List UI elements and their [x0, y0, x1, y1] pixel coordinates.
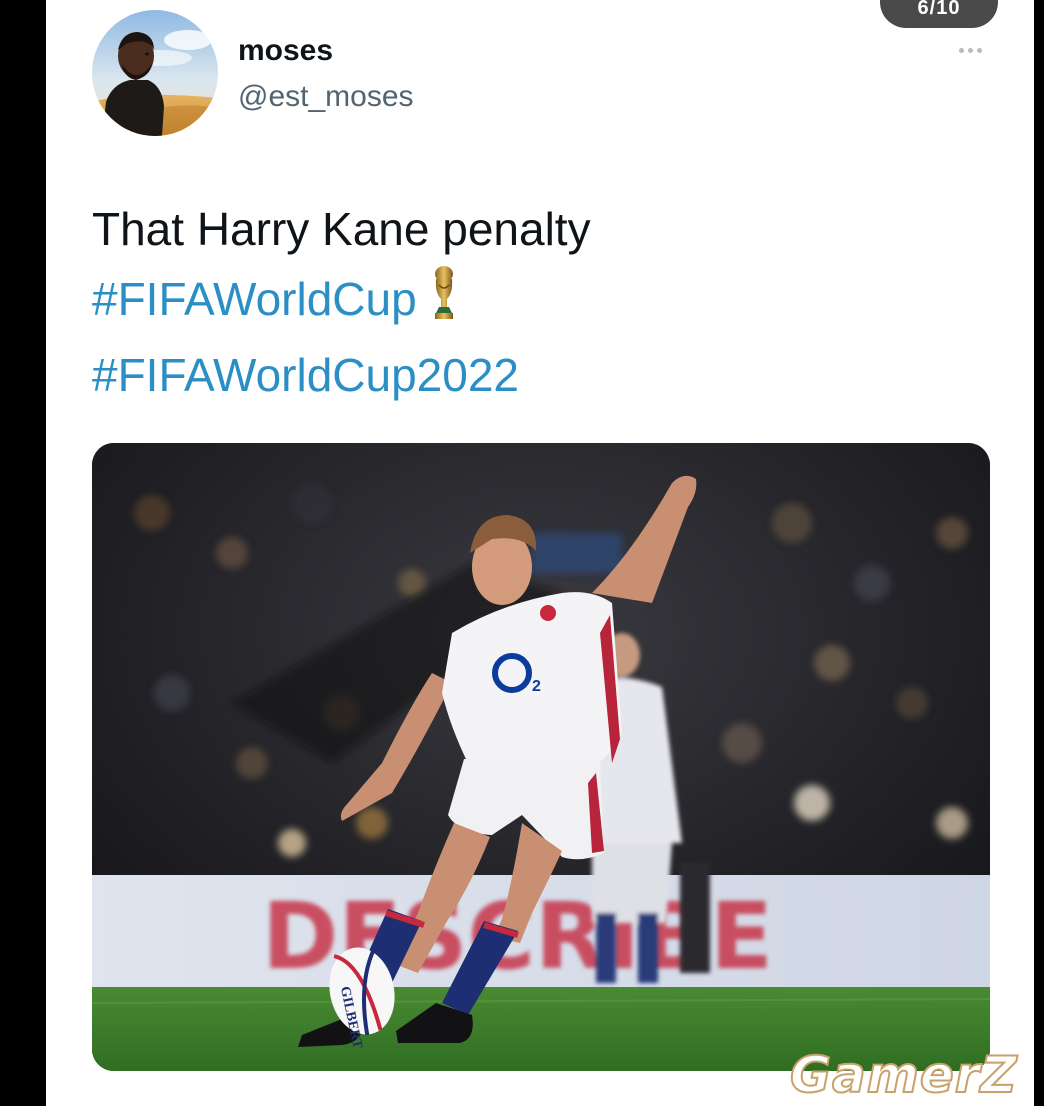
avatar[interactable] [92, 10, 218, 136]
image-counter-text: 6/10 [917, 0, 961, 19]
tweet-card: 6/10 moses @est_moses That Harry Kane pe… [46, 0, 1034, 1106]
user-handle[interactable]: @est_moses [238, 80, 414, 114]
tweet-text: That Harry Kane penalty #FIFAWorldCup #F… [92, 194, 972, 410]
tweet-photo[interactable]: DESCRIBE 2 [92, 443, 990, 1071]
hashtag-link[interactable]: #FIFAWorldCup [92, 273, 417, 325]
display-name[interactable]: moses [238, 34, 333, 68]
trophy-icon [431, 265, 457, 340]
more-horizontal-icon[interactable] [950, 40, 990, 60]
image-counter-badge: 6/10 [880, 0, 998, 28]
hashtag-link[interactable]: #FIFAWorldCup2022 [92, 340, 972, 410]
watermark-logo: GamerZ [789, 1045, 1018, 1105]
tweet-text-line: That Harry Kane penalty [92, 203, 591, 255]
svg-text:2: 2 [532, 678, 541, 695]
